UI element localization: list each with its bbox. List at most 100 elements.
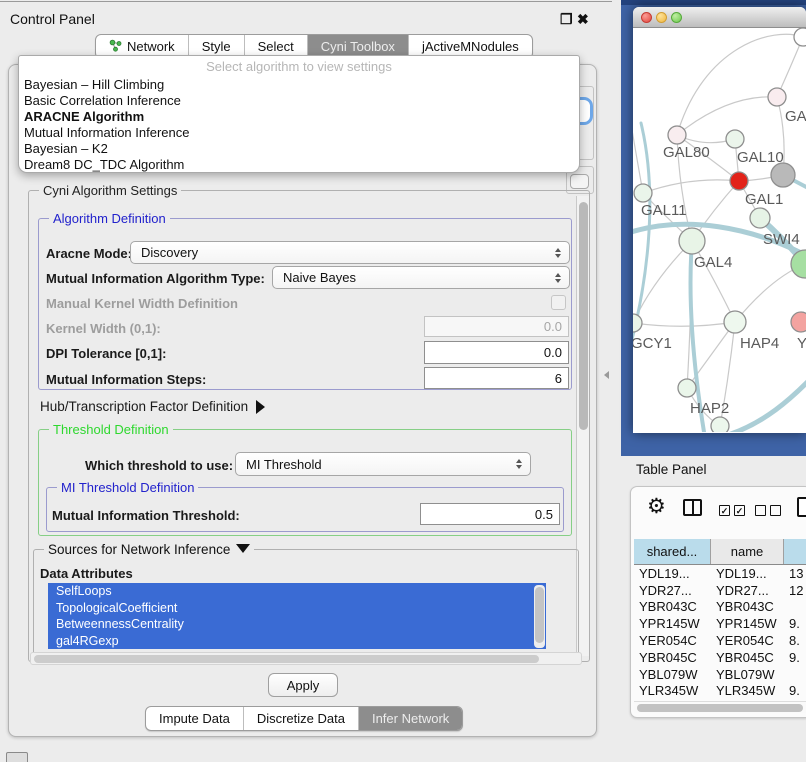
hub-definition-label: Hub/Transcription Factor Definition: [40, 399, 248, 414]
apply-button[interactable]: Apply: [268, 673, 338, 697]
table-row[interactable]: YPR145WYPR145W9.: [634, 615, 806, 632]
table-cell[interactable]: [784, 599, 806, 616]
close-traffic-light-icon[interactable]: [641, 12, 652, 23]
network-node-gal11[interactable]: [634, 184, 652, 202]
settings-horizontal-scrollbar[interactable]: [30, 652, 582, 665]
network-node-hap4[interactable]: [724, 311, 746, 333]
node-label: GAL10: [737, 149, 784, 166]
network-node-gal10[interactable]: [726, 130, 744, 148]
column-header-partial[interactable]: [784, 539, 806, 564]
table-cell[interactable]: 12: [784, 582, 806, 599]
attribute-selfloops[interactable]: SelfLoops: [48, 583, 546, 600]
table-cell[interactable]: YDL19...: [711, 565, 784, 582]
network-node-gal[interactable]: [768, 88, 786, 106]
table-row[interactable]: YBL079WYBL079W: [634, 666, 806, 683]
which-threshold-select[interactable]: MI Threshold: [235, 452, 531, 476]
attribute-topologicalcoefficient[interactable]: TopologicalCoefficient: [48, 600, 546, 617]
table-cell[interactable]: YER054C: [711, 632, 784, 649]
table-cell[interactable]: 8.: [784, 632, 806, 649]
select-all-checkbox-icon[interactable]: ✓: [719, 505, 730, 516]
hub-definition-toggle[interactable]: Hub/Transcription Factor Definition: [40, 399, 265, 414]
table-row[interactable]: YDL19...YDL19...13: [634, 565, 806, 582]
table-cell[interactable]: YBR043C: [634, 599, 711, 616]
table-cell[interactable]: YLR345W: [711, 683, 784, 700]
network-canvas[interactable]: GALGAL80GAL10GAL1GAL11SWI4GAL4GCY1HAP4YH…: [633, 28, 806, 432]
table-cell[interactable]: YBL079W: [711, 666, 784, 683]
close-window-icon[interactable]: ✖: [577, 11, 589, 28]
table-cell[interactable]: YPR145W: [634, 615, 711, 632]
sources-group-title[interactable]: Sources for Network Inference: [44, 542, 254, 557]
network-node[interactable]: [771, 163, 795, 187]
algorithm-option-mutual-information[interactable]: Mutual Information Inference: [19, 125, 579, 141]
algorithm-option-bayesian-k2[interactable]: Bayesian – K2: [19, 141, 579, 157]
settings-vertical-scrollbar-thumb[interactable]: [579, 202, 588, 430]
table-cell[interactable]: YDR27...: [634, 582, 711, 599]
float-window-icon[interactable]: ❐: [560, 11, 573, 28]
dpi-tolerance-input[interactable]: 0.0: [424, 341, 569, 364]
algorithm-option-dream8[interactable]: Dream8 DC_TDC Algorithm: [19, 157, 579, 173]
network-graph[interactable]: GALGAL80GAL10GAL1GAL11SWI4GAL4GCY1HAP4YH…: [633, 28, 806, 432]
network-node-y[interactable]: [791, 312, 806, 332]
table-row[interactable]: YDR27...YDR27...12: [634, 582, 806, 599]
table-cell[interactable]: [784, 666, 806, 683]
network-node-gcy1[interactable]: [633, 314, 642, 332]
table-row[interactable]: YER054CYER054C8.: [634, 632, 806, 649]
network-window-titlebar[interactable]: [633, 7, 806, 28]
stepper-arrows-icon: [555, 248, 561, 258]
column-layout-icon[interactable]: [683, 499, 702, 516]
split-pane-handle-icon[interactable]: [604, 371, 609, 379]
dock-panel-icon[interactable]: [6, 752, 28, 762]
tab-discretize-data[interactable]: Discretize Data: [244, 707, 359, 730]
table-cell[interactable]: YPR145W: [711, 615, 784, 632]
table-horizontal-scrollbar-thumb[interactable]: [637, 704, 803, 712]
table-cell[interactable]: 13: [784, 565, 806, 582]
deselect-all-checkbox-icon-2[interactable]: [770, 505, 781, 516]
zoom-traffic-light-icon[interactable]: [671, 12, 682, 23]
mi-threshold-input[interactable]: 0.5: [420, 503, 560, 525]
column-header-shared[interactable]: shared...: [634, 539, 711, 564]
table-row[interactable]: YLR345WYLR345W9.: [634, 683, 806, 700]
attributes-scrollbar[interactable]: [534, 585, 545, 648]
algorithm-option-bayesian-hill[interactable]: Bayesian – Hill Climbing: [19, 77, 579, 93]
minimize-traffic-light-icon[interactable]: [656, 12, 667, 23]
table-cell[interactable]: 9.: [784, 649, 806, 666]
attribute-betweennesscentrality[interactable]: BetweennessCentrality: [48, 616, 546, 633]
table-horizontal-scrollbar[interactable]: [634, 701, 806, 713]
table-cell[interactable]: YBR043C: [711, 599, 784, 616]
table-cell[interactable]: YER054C: [634, 632, 711, 649]
attributes-scrollbar-thumb[interactable]: [535, 587, 544, 643]
table-cell[interactable]: YLR345W: [634, 683, 711, 700]
tab-impute-data[interactable]: Impute Data: [146, 707, 244, 730]
settings-horizontal-scrollbar-thumb[interactable]: [34, 655, 539, 663]
network-node-swi4[interactable]: [750, 208, 770, 228]
network-node-gal1[interactable]: [730, 172, 748, 190]
network-node[interactable]: [794, 28, 806, 46]
manual-kernel-checkbox[interactable]: [551, 295, 566, 310]
new-table-icon[interactable]: [797, 497, 806, 517]
gear-icon[interactable]: ⚙: [647, 495, 666, 519]
network-node-gal4[interactable]: [679, 228, 705, 254]
column-header-name[interactable]: name: [711, 539, 784, 564]
algorithm-option-basic-correlation[interactable]: Basic Correlation Inference: [19, 93, 579, 109]
tab-infer-network[interactable]: Infer Network: [359, 707, 462, 730]
table-cell[interactable]: 9.: [784, 683, 806, 700]
network-node-gal80[interactable]: [668, 126, 686, 144]
algorithm-option-aracne[interactable]: ARACNE Algorithm: [19, 109, 579, 125]
table-cell[interactable]: YBL079W: [634, 666, 711, 683]
table-cell[interactable]: YDL19...: [634, 565, 711, 582]
select-all-checkbox-icon-2[interactable]: ✓: [734, 505, 745, 516]
table-cell[interactable]: 9.: [784, 615, 806, 632]
network-node-hap2[interactable]: [678, 379, 696, 397]
table-row[interactable]: YBR045CYBR045C9.: [634, 649, 806, 666]
table-cell[interactable]: YBR045C: [634, 649, 711, 666]
table-row[interactable]: YBR043CYBR043C: [634, 599, 806, 616]
mi-type-select[interactable]: Naive Bayes: [272, 266, 570, 289]
attribute-gal4rgexp[interactable]: gal4RGexp: [48, 633, 546, 650]
deselect-all-checkbox-icon[interactable]: [755, 505, 766, 516]
aracne-mode-select[interactable]: Discovery: [130, 241, 570, 264]
network-node[interactable]: [711, 417, 729, 432]
table-cell[interactable]: YDR27...: [711, 582, 784, 599]
mi-steps-input[interactable]: 6: [424, 367, 569, 389]
data-attributes-label: Data Attributes: [40, 566, 133, 581]
table-cell[interactable]: YBR045C: [711, 649, 784, 666]
